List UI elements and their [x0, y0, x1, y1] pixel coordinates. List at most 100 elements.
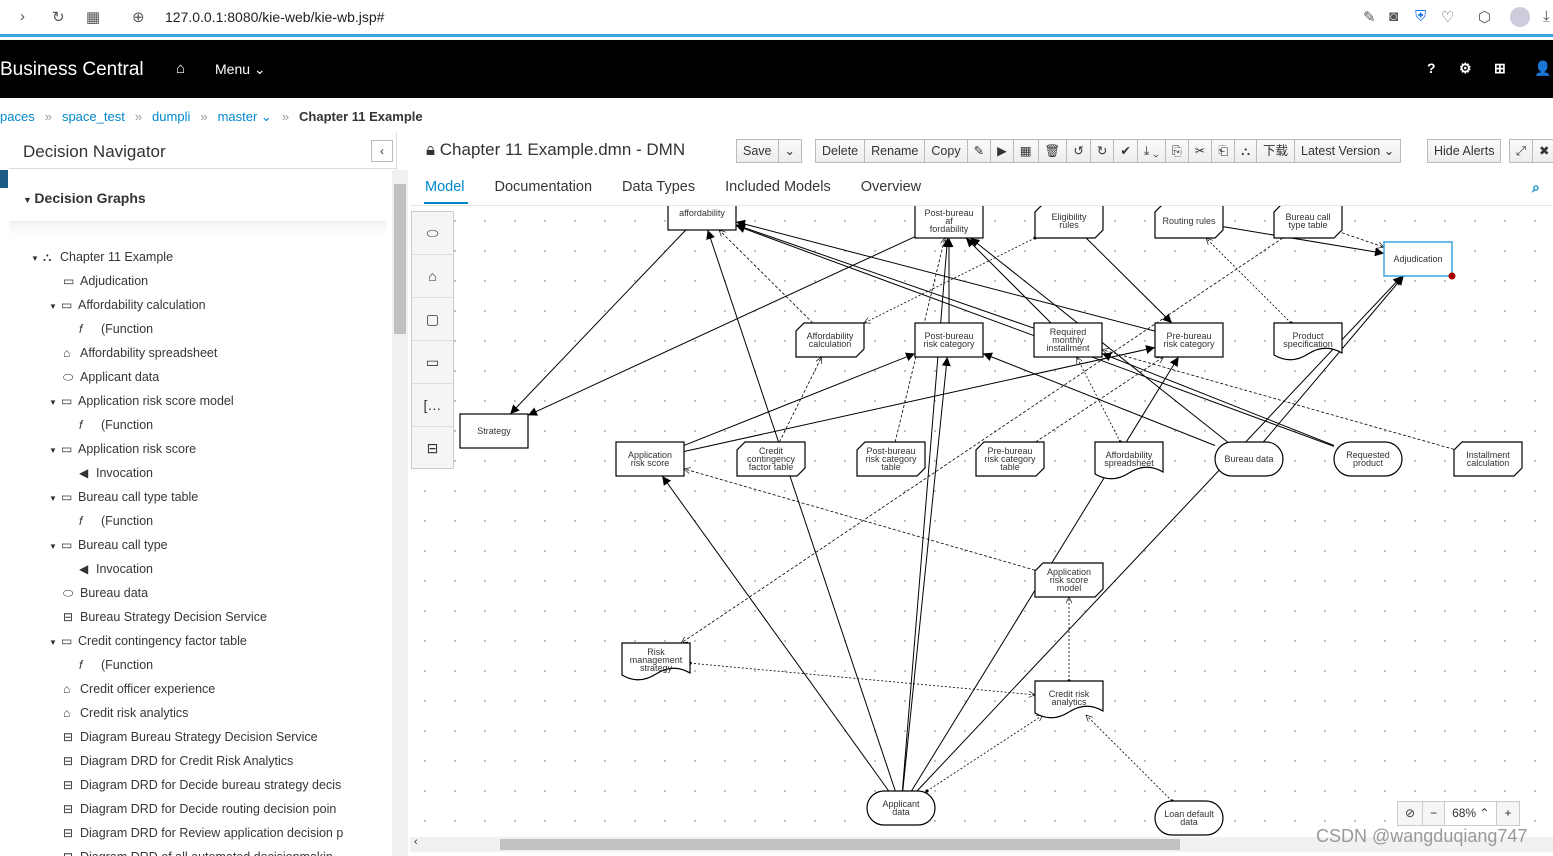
forward-icon[interactable]: › — [20, 8, 25, 25]
drd-node-arsm[interactable]: Applicationrisk scoremodel — [1034, 562, 1104, 598]
tree-item[interactable]: ⬭ Applicant data — [63, 368, 159, 386]
drd-edge[interactable] — [902, 356, 951, 792]
reset-zoom-icon[interactable]: ⊘ — [1398, 802, 1424, 825]
tree-item[interactable]: ▼ ▭ Bureau call type — [49, 536, 168, 554]
tree-item[interactable]: ▼ ▭ Application risk score — [49, 440, 196, 458]
tree-item[interactable]: ⊟ Diagram DRD for Review application deci… — [63, 824, 343, 842]
drd-node-rout[interactable]: Routing rules — [1154, 206, 1224, 239]
drd-edge[interactable] — [1086, 715, 1172, 801]
toolbar-button[interactable]: ▶ — [991, 140, 1014, 162]
tree-item[interactable]: 𝑓 (Function — [79, 320, 153, 338]
palette-decision[interactable]: ▭ — [412, 341, 453, 384]
drd-node-bct[interactable]: Bureau calltype table — [1273, 206, 1343, 239]
toolbar-button[interactable]: ✖ — [1533, 140, 1553, 162]
toolbar-button[interactable]: ⛬ — [1235, 140, 1258, 162]
tree-item[interactable]: ⌂ Affordability spreadsheet — [63, 344, 217, 362]
toolbar-button[interactable]: Copy — [925, 140, 968, 162]
tree-item[interactable]: ⊟ Diagram DRD for Decide routing decision… — [63, 800, 336, 818]
toolbar-button[interactable]: ▦ — [1014, 140, 1039, 162]
tree-item[interactable]: ▼ ▭ Bureau call type table — [49, 488, 198, 506]
drd-node-prbrc[interactable]: Pre-bureaurisk category — [1154, 322, 1224, 358]
tree-item[interactable]: ⌂ Credit risk analytics — [63, 704, 188, 722]
zoom-in-button[interactable]: + — [1497, 802, 1518, 825]
caret-icon[interactable]: ▼ — [49, 298, 61, 316]
decision-graphs-header[interactable]: ▼ Decision Graphs — [23, 190, 146, 206]
drd-node-ccft[interactable]: Creditcontingencyfactor table — [736, 441, 806, 477]
profile-avatar[interactable] — [1510, 7, 1530, 27]
toolbar-button[interactable]: ⌄ — [779, 140, 801, 162]
tree-item[interactable]: ⊟Diagram DRD of all automated decisionma… — [63, 848, 333, 856]
tab-documentation[interactable]: Documentation — [495, 179, 593, 195]
tree-item[interactable]: ⊟ Bureau Strategy Decision Service — [63, 608, 267, 626]
drd-node-prbrct[interactable]: Pre-bureaurisk categorytable — [975, 441, 1045, 477]
zoom-level[interactable]: 68% ⌃ — [1445, 802, 1498, 825]
crumb-branch[interactable]: master ⌄ — [218, 109, 272, 125]
crumb-space[interactable]: space_test — [62, 109, 125, 125]
drd-edge[interactable] — [1206, 238, 1291, 323]
search-icon[interactable]: ⌕ — [1532, 179, 1540, 196]
toolbar-button[interactable]: Delete — [816, 140, 866, 162]
caret-icon[interactable]: ▼ — [31, 250, 43, 268]
caret-icon[interactable]: ▼ — [49, 634, 61, 652]
edit-icon[interactable]: ✎ — [1363, 8, 1376, 26]
resize-handle[interactable] — [1448, 272, 1456, 280]
drd-edge[interactable] — [683, 352, 916, 446]
tree-item[interactable]: ▼ ▭ Affordability calculation — [49, 296, 206, 314]
tab-overview[interactable]: Overview — [861, 179, 921, 195]
drd-edge[interactable] — [509, 229, 687, 415]
tab-data-types[interactable]: Data Types — [622, 179, 695, 195]
drd-node-adj[interactable]: Adjudication — [1383, 241, 1456, 280]
drd-node-bd[interactable]: Bureau data — [1214, 441, 1284, 477]
caret-icon[interactable]: ▼ — [49, 538, 61, 556]
tree-item[interactable]: ⊟ Diagram DRD for Credit Risk Analytics — [63, 752, 293, 770]
zoom-out-button[interactable]: − — [1423, 802, 1446, 825]
caret-icon[interactable]: ▼ — [49, 442, 61, 460]
drd-node-pbrct[interactable]: Post-bureaurisk categorytable — [856, 441, 926, 477]
toolbar-button[interactable]: ⎗ — [1212, 140, 1236, 162]
tree-item[interactable]: ⊟ Diagram DRD for Decide bureau strategy … — [63, 776, 341, 794]
download-icon[interactable]: ⤓ — [1543, 8, 1550, 25]
tree-item[interactable]: 𝑓 (Function — [79, 656, 153, 674]
tree-item[interactable]: ▭ Adjudication — [63, 272, 148, 290]
tree-item[interactable]: ▼ ▭ Credit contingency factor table — [49, 632, 247, 650]
briefcase-icon[interactable]: ⊞ — [1494, 60, 1506, 77]
drd-node-affc[interactable]: Affordabilitycalculation — [795, 322, 865, 358]
toolbar-button[interactable]: 下载 — [1257, 140, 1296, 162]
drd-node-saff[interactable]: affordability — [667, 206, 737, 231]
url-bar[interactable]: 127.0.0.1:8080/kie-web/kie-wb.jsp# — [165, 9, 384, 25]
drd-edge[interactable] — [661, 475, 890, 792]
reload-icon[interactable]: ↻ — [52, 8, 65, 26]
toolbar-button[interactable]: ⤢ — [1510, 140, 1534, 162]
drd-edge[interactable] — [901, 237, 952, 792]
palette-text-annotation[interactable]: [… — [412, 384, 453, 427]
toolbar-button[interactable]: Save — [737, 140, 779, 162]
crumb-spaces[interactable]: paces — [0, 109, 35, 125]
drd-node-rmi[interactable]: Requiredmonthlyinstallment — [1033, 322, 1103, 358]
help-icon[interactable]: ? — [1427, 60, 1436, 76]
drd-edge[interactable] — [1102, 350, 1455, 450]
tree-item[interactable]: ◀ Invocation — [79, 464, 153, 482]
drd-node-ad[interactable]: Applicantdata — [866, 790, 936, 826]
drd-edge[interactable] — [735, 223, 1035, 329]
drd-edge[interactable] — [1085, 237, 1173, 324]
tree-item[interactable]: ⌂ Credit officer experience — [63, 680, 215, 698]
extension-icon[interactable]: ⬡ — [1478, 8, 1491, 26]
palette-input-data[interactable]: ⬭ — [412, 212, 453, 255]
tab-model[interactable]: Model — [425, 179, 465, 195]
toolbar-button[interactable]: Rename — [865, 140, 926, 162]
toolbar-button[interactable]: ✂ — [1189, 140, 1213, 162]
camera-icon[interactable]: ◙ — [1389, 8, 1398, 25]
toolbar-button[interactable]: ↻ — [1091, 140, 1115, 162]
heart-icon[interactable]: ♡ — [1441, 8, 1454, 26]
drd-node-pbrc[interactable]: Post-bureaurisk category — [914, 322, 984, 358]
palette-bkm[interactable]: ▢ — [412, 298, 453, 341]
drd-node-rms[interactable]: Riskmanagementstrategy — [621, 642, 691, 681]
drd-edge[interactable] — [690, 663, 1035, 695]
tree-item[interactable]: ▼ ⛬ Chapter 11 Example — [31, 248, 173, 266]
collapse-button[interactable]: ‹ — [371, 140, 393, 162]
drd-edge[interactable] — [706, 229, 896, 792]
drd-node-affs[interactable]: Affordabilityspreadsheet — [1094, 441, 1164, 480]
drd-node-ldd[interactable]: Loan defaultdata — [1154, 800, 1224, 836]
toolbar-button[interactable]: ✎ — [968, 140, 992, 162]
tree-item[interactable]: ▼ ▭ Application risk score model — [49, 392, 234, 410]
